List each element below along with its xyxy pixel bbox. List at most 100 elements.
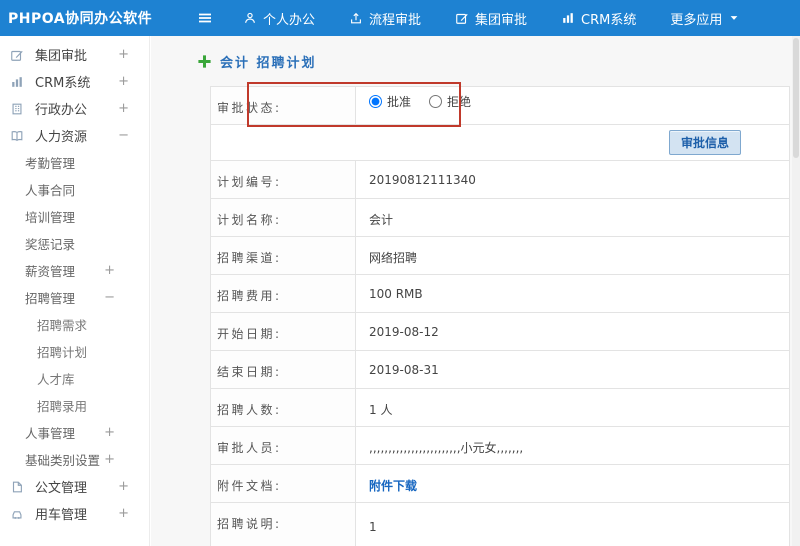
description-line: 1 — [369, 520, 377, 534]
table-row-recruit-description: 招聘说明: 1 2 — [211, 503, 789, 546]
sidebar-item-label: 招聘录用 — [37, 399, 88, 414]
collapse-toggle: − — [118, 128, 129, 143]
table-row-headcount: 招聘人数: 1 人 — [211, 389, 789, 427]
scrollbar-thumb[interactable] — [793, 38, 799, 158]
sidebar-item-recruit-demand[interactable]: 招聘需求 — [0, 311, 149, 338]
sidebar-item-label: 招聘管理 — [25, 291, 76, 306]
sidebar-item-salary-mgmt[interactable]: 薪资管理 + — [0, 257, 149, 284]
nav-personal-office[interactable]: 个人办公 — [243, 9, 315, 28]
reject-radio[interactable] — [429, 95, 443, 108]
sidebar-item-recruitment-mgmt[interactable]: 招聘管理 − — [0, 284, 149, 311]
approve-info-button[interactable]: 审批信息 — [668, 130, 741, 155]
table-row-plan-number: 计划编号: 20190812111340 — [211, 161, 789, 199]
sidebar-item-label: 招聘计划 — [37, 345, 88, 360]
sidebar-item-base-category-settings[interactable]: 基础类别设置 + — [0, 446, 149, 473]
field-label: 招聘人数: — [211, 389, 356, 426]
sidebar-item-label: 人力资源 — [35, 130, 88, 145]
sidebar-item-vehicle-mgmt[interactable]: 用车管理 + — [0, 500, 149, 527]
edit-icon — [455, 11, 469, 25]
field-value: 1 2 — [356, 503, 789, 546]
expand-toggle: + — [104, 452, 115, 467]
table-row-end-date: 结束日期: 2019-08-31 — [211, 351, 789, 389]
document-icon — [10, 480, 26, 494]
field-label: 开始日期: — [211, 313, 356, 350]
sidebar-item-label: 招聘需求 — [37, 318, 88, 333]
vertical-scrollbar[interactable] — [792, 36, 800, 546]
field-label: 计划名称: — [211, 199, 356, 236]
field-value: 网络招聘 — [369, 251, 418, 265]
person-icon — [243, 11, 257, 25]
menu-toggle-button[interactable] — [197, 10, 213, 26]
nav-group-approval[interactable]: 集团审批 — [455, 9, 527, 28]
sidebar-item-training-mgmt[interactable]: 培训管理 — [0, 203, 149, 230]
approve-option[interactable]: 批准 — [369, 93, 411, 110]
sidebar-item-label: 公文管理 — [35, 481, 88, 496]
field-value: 2019-08-31 — [369, 363, 439, 377]
page-title-row: 会计 招聘计划 — [151, 36, 792, 86]
attachment-download-link[interactable]: 附件下载 — [369, 479, 417, 493]
sidebar-item-admin-office[interactable]: 行政办公 + — [0, 95, 149, 122]
sidebar-item-recruit-plan[interactable]: 招聘计划 — [0, 338, 149, 365]
sidebar-item-recruit-hire[interactable]: 招聘录用 — [0, 392, 149, 419]
expand-toggle: + — [118, 506, 129, 521]
sidebar-item-personnel-mgmt[interactable]: 人事管理 + — [0, 419, 149, 446]
radio-label: 拒绝 — [447, 95, 472, 109]
bar-chart-icon — [10, 75, 26, 89]
topbar: PHPOA协同办公软件 个人办公 流程审批 集团审批 CRM系统 更多应用 — [0, 0, 800, 36]
field-value: 100 RMB — [369, 287, 423, 301]
sidebar-item-label: 考勤管理 — [25, 156, 76, 171]
book-icon — [10, 129, 26, 143]
approval-status-options: 批准 拒绝 — [356, 87, 789, 124]
sidebar-item-label: 行政办公 — [35, 103, 88, 118]
expand-toggle: + — [118, 47, 129, 62]
edit-icon — [10, 48, 26, 62]
reject-option[interactable]: 拒绝 — [429, 93, 471, 110]
sidebar-item-group-approval[interactable]: 集团审批 + — [0, 41, 149, 68]
page-title: 会计 招聘计划 — [220, 55, 317, 71]
sidebar-item-label: 人事管理 — [25, 426, 76, 441]
main-content: 会计 招聘计划 审批状态: 批准 拒绝 审批信息 计划编号: 201908121… — [151, 36, 792, 546]
sidebar-item-label: 基础类别设置 — [25, 453, 101, 468]
hamburger-icon — [197, 10, 213, 26]
table-row-attachment: 附件文档: 附件下载 — [211, 465, 789, 503]
field-value: 20190812111340 — [369, 173, 476, 187]
sidebar-item-crm-system[interactable]: CRM系统 + — [0, 68, 149, 95]
sidebar-item-attendance-mgmt[interactable]: 考勤管理 — [0, 149, 149, 176]
sidebar-item-label: 人事合同 — [25, 183, 76, 198]
expand-toggle: + — [118, 101, 129, 116]
sidebar: 集团审批 + CRM系统 + 行政办公 + 人力资源 − 考勤管理 人事合同 培… — [0, 36, 150, 546]
collapse-toggle: − — [104, 290, 115, 305]
nav-workflow-approval[interactable]: 流程审批 — [349, 9, 421, 28]
field-label: 结束日期: — [211, 351, 356, 388]
sidebar-item-reward-records[interactable]: 奖惩记录 — [0, 230, 149, 257]
field-label: 招聘费用: — [211, 275, 356, 312]
expand-toggle: + — [104, 425, 115, 440]
table-row-plan-name: 计划名称: 会计 — [211, 199, 789, 237]
sidebar-item-label: 培训管理 — [25, 210, 76, 225]
upload-icon — [349, 11, 363, 25]
field-value: 1 人 — [369, 403, 393, 417]
field-label: 附件文档: — [211, 465, 356, 502]
nav-more-apps[interactable]: 更多应用 — [670, 9, 740, 28]
expand-toggle: + — [118, 74, 129, 89]
field-label: 招聘说明: — [211, 503, 356, 546]
sidebar-item-human-resources[interactable]: 人力资源 − — [0, 122, 149, 149]
field-label: 计划编号: — [211, 161, 356, 198]
sidebar-item-talent-pool[interactable]: 人才库 — [0, 365, 149, 392]
nav-crm-system[interactable]: CRM系统 — [561, 9, 636, 28]
field-label: 审批人员: — [211, 427, 356, 464]
nav-label: 流程审批 — [369, 12, 422, 28]
nav-label: 集团审批 — [475, 12, 528, 28]
nav-label: 更多应用 — [670, 12, 723, 28]
sidebar-item-document-mgmt[interactable]: 公文管理 + — [0, 473, 149, 500]
expand-toggle: + — [104, 263, 115, 278]
sidebar-item-label: 薪资管理 — [25, 264, 76, 279]
field-value: ,,,,,,,,,,,,,,,,,,,,,,,,小元女,,,,,,, — [369, 441, 524, 455]
table-row-start-date: 开始日期: 2019-08-12 — [211, 313, 789, 351]
sidebar-item-personnel-contract[interactable]: 人事合同 — [0, 176, 149, 203]
approve-radio[interactable] — [369, 95, 382, 108]
recruit-plan-detail-table: 审批状态: 批准 拒绝 审批信息 计划编号: 20190812111340 计划… — [210, 82, 790, 546]
app-logo: PHPOA协同办公软件 — [8, 11, 153, 27]
approve-button-row: 审批信息 — [211, 125, 789, 161]
sidebar-item-label: 奖惩记录 — [25, 237, 76, 252]
